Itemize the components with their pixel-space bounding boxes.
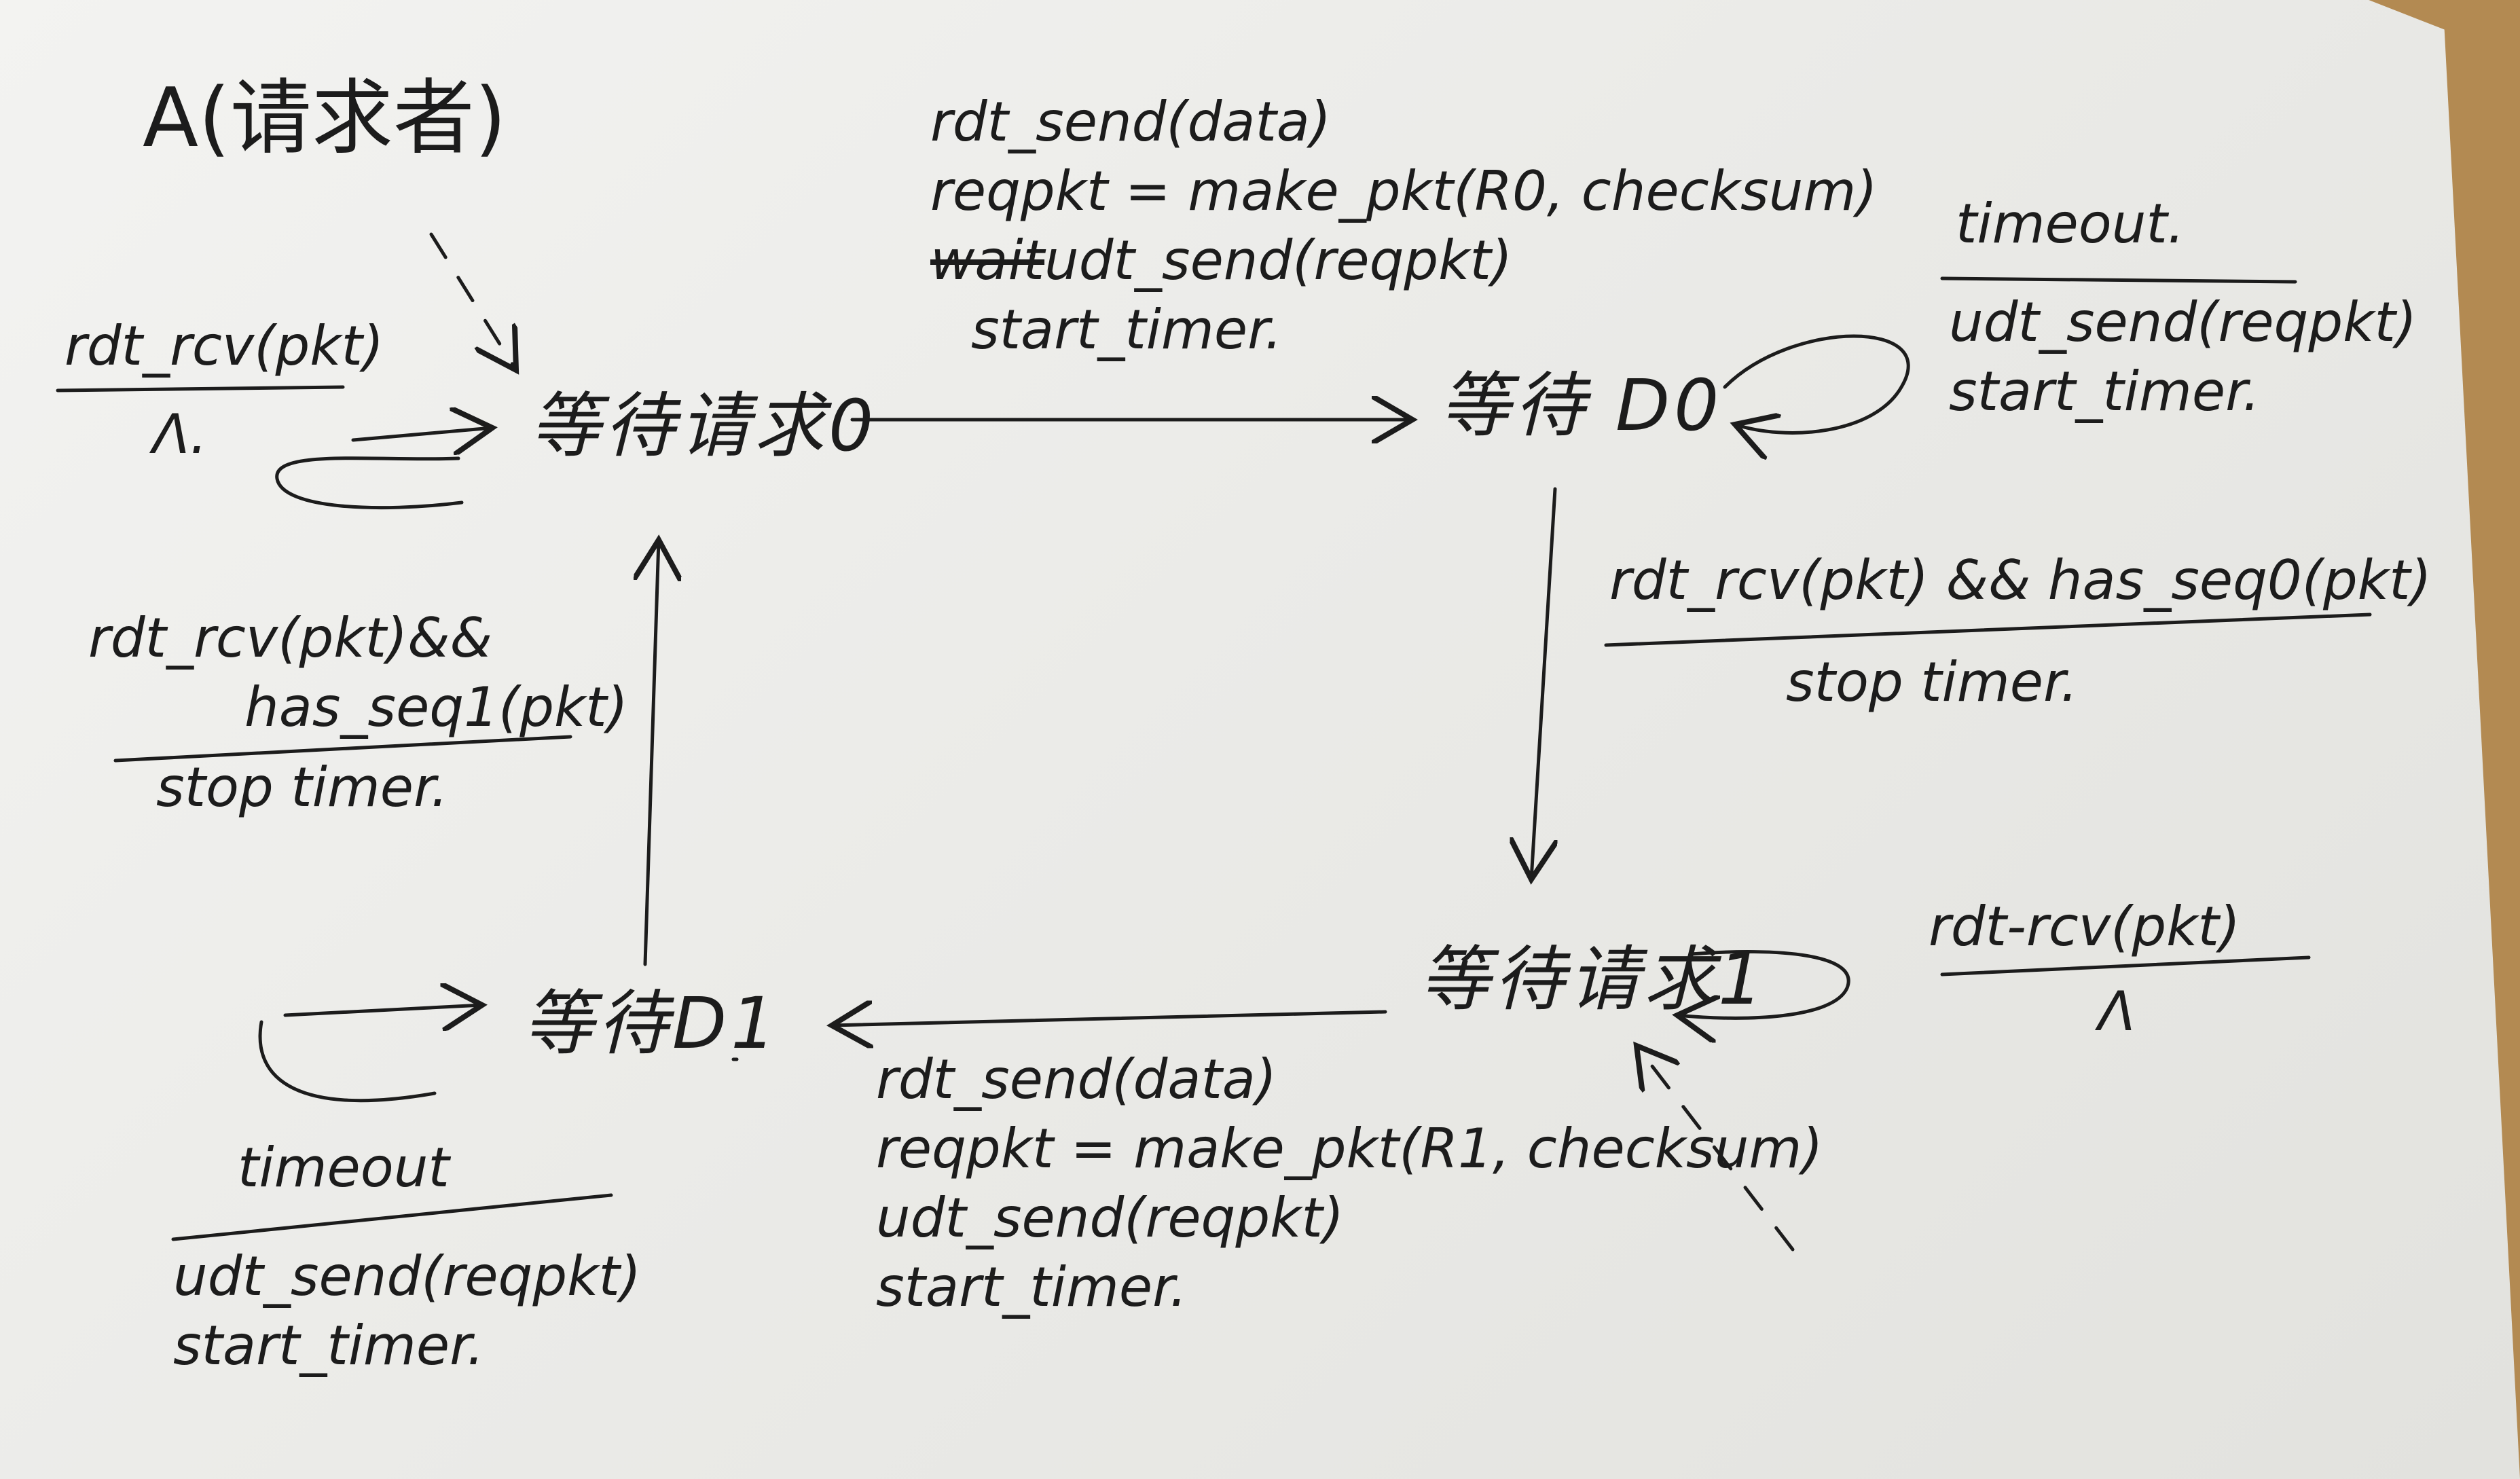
guard-rule-d1-self (171, 1193, 613, 1241)
self-loop-req0-head (351, 428, 492, 440)
label-req1-to-d1-action-1: udt_send(reqpkt) (876, 1186, 1345, 1249)
label-req1-to-d1-action-2: start_timer. (876, 1256, 1188, 1319)
label-d0-to-req1-action: stop timer. (1786, 651, 2078, 714)
label-d1-to-req0: rdt_rcv(pkt)&& has_seq1(pkt) (88, 611, 628, 750)
label-req0-to-d0-action-0: reqpkt = make_pkt(R0, checksum) (930, 160, 1878, 223)
state-wait-d1: 等待D1 (523, 982, 780, 1065)
arrow-d1-to-req0 (645, 540, 659, 966)
diagram-title: A(请求者) (143, 71, 507, 166)
guard-rule-d0-req1 (1604, 613, 2372, 647)
label-req0-to-d0-event: rdt_send(data) (930, 90, 1332, 153)
label-req0-to-d0-action-row: waitudt_send(reqpkt) (930, 234, 1878, 288)
label-d1-to-req0-event-2: has_seq1(pkt) (244, 676, 628, 739)
label-d0-to-req1-event: rdt_rcv(pkt) && has_seq0(pkt) (1609, 549, 2432, 612)
state-wait-req0: 等待请求0 (530, 384, 878, 467)
label-req1-to-d1: rdt_send(data) reqpkt = make_pkt(R1, che… (876, 1053, 1823, 1330)
self-loop-req0 (275, 456, 464, 510)
arrow-d0-to-req1 (1531, 487, 1555, 879)
label-d1-self-action-0: udt_send(reqpkt) (173, 1245, 642, 1308)
label-req0-to-d0-action-2: udt_send(reqpkt) (1044, 229, 1513, 292)
label-d1-to-req0-event-1: rdt_rcv(pkt)&& (88, 606, 492, 670)
label-req1-self-event: rdt-rcv(pkt) (1929, 895, 2241, 958)
arrow-req1-to-d1 (832, 1012, 1387, 1025)
label-d0-self-actions: udt_send(reqpkt) start_timer. (1949, 295, 2417, 434)
label-req0-to-d0-action-3: start_timer. (971, 298, 1283, 361)
label-d1-self-action-1: start_timer. (173, 1314, 485, 1377)
label-d1-to-req0-action: stop timer. (156, 756, 448, 819)
initial-arrow (429, 232, 516, 370)
label-req1-to-d1-action-0: reqpkt = make_pkt(R1, checksum) (876, 1117, 1823, 1180)
label-req0-to-d0: rdt_send(data) reqpkt = make_pkt(R0, che… (930, 95, 1878, 372)
label-req1-to-d1-event: rdt_send(data) (876, 1048, 1277, 1111)
label-d1-self-event: timeout (238, 1136, 450, 1199)
guard-rule-d0-self (1940, 276, 2297, 284)
self-loop-d1 (258, 1020, 437, 1103)
state-wait-d0: 等待 D0 (1440, 364, 1723, 447)
label-req0-to-d0-action-1: wait (930, 229, 1045, 292)
guard-rule-req1-self (1940, 955, 2311, 976)
label-req1-self-action: Λ (2098, 980, 2136, 1043)
self-loop-d1-head (283, 1005, 482, 1015)
label-d1-self-actions: udt_send(reqpkt) start_timer. (173, 1249, 641, 1388)
label-d0-self-action-1: start_timer. (1949, 360, 2261, 423)
guard-rule-req0-self (56, 385, 345, 392)
label-d0-self-action-0: udt_send(reqpkt) (1949, 291, 2417, 354)
label-req0-self-action: Λ. (153, 403, 208, 466)
label-d0-self-event: timeout. (1956, 192, 2185, 255)
state-wait-req1: 等待请求1 (1419, 938, 1768, 1021)
label-req0-self-event: rdt_rcv(pkt) (65, 314, 384, 378)
